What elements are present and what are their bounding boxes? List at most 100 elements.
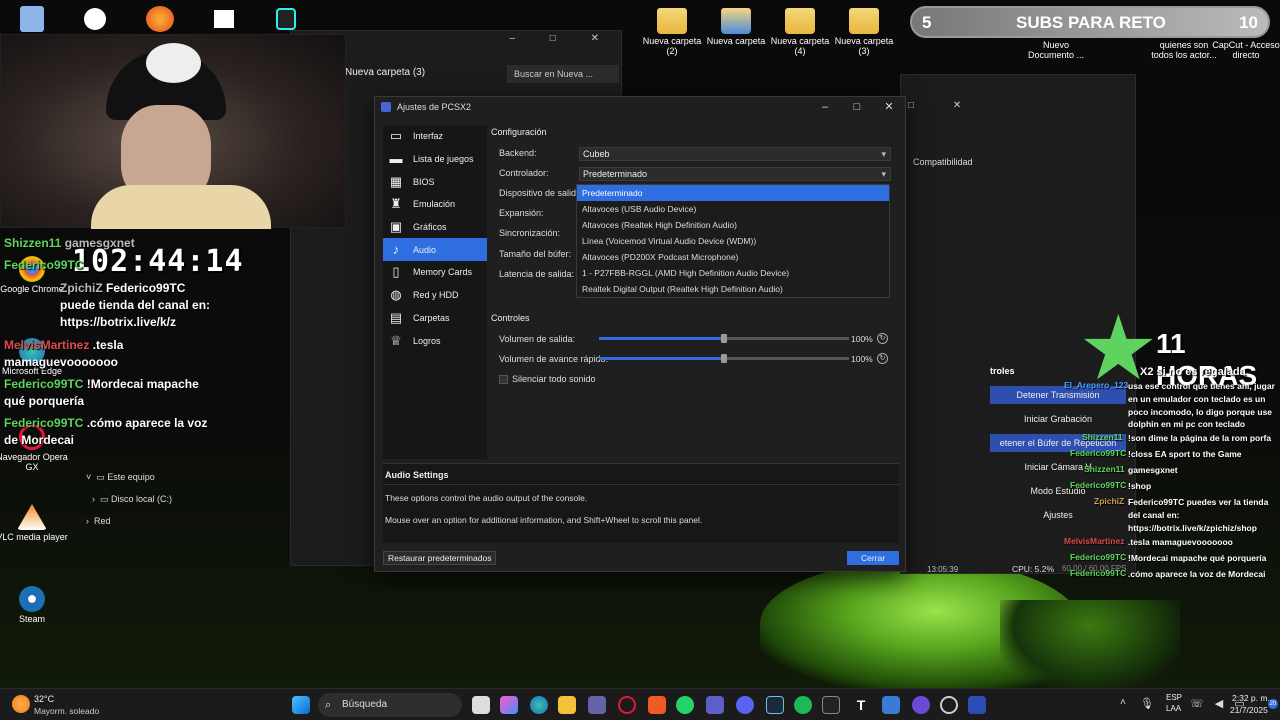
chat-message: usa ese control que tienes ahí, jugar en… bbox=[1128, 381, 1275, 430]
obs-icon[interactable] bbox=[940, 696, 958, 714]
webcam-hat-pompom bbox=[146, 43, 201, 83]
nav-item-graficos[interactable]: ▣ Gráficos bbox=[383, 216, 487, 239]
dropdown-option[interactable]: Línea (Voicemod Virtual Audio Device (WD… bbox=[577, 233, 889, 249]
copilot-icon[interactable] bbox=[500, 696, 518, 714]
eye-icon[interactable] bbox=[84, 8, 106, 30]
tiktok-icon[interactable] bbox=[276, 8, 296, 30]
nav-item-carpetas[interactable]: ▤ Carpetas bbox=[383, 307, 487, 330]
nav-item-lista-juegos[interactable]: ▬ Lista de juegos bbox=[383, 148, 487, 171]
close-window-button[interactable]: ✕ bbox=[873, 97, 905, 117]
nav-item-red-hdd[interactable]: ◍ Red y HDD bbox=[383, 284, 487, 307]
spotify-icon[interactable] bbox=[794, 696, 812, 714]
maximize-button[interactable]: □ bbox=[841, 97, 873, 117]
folder-icon bbox=[721, 8, 751, 34]
file-explorer-icon[interactable] bbox=[558, 696, 576, 714]
backend-select[interactable]: Cubeb bbox=[579, 147, 891, 161]
brave-icon[interactable] bbox=[648, 696, 666, 714]
globe-icon: ◍ bbox=[390, 287, 402, 303]
desktop-app[interactable]: VLC media player bbox=[0, 504, 68, 542]
mute-all-checkbox[interactable]: Silenciar todo sonido bbox=[499, 374, 596, 385]
desktop-app[interactable]: Steam bbox=[0, 586, 68, 624]
keyboard-layout[interactable]: LAA bbox=[1166, 704, 1181, 713]
desktop-folder[interactable]: Nueva carpeta bbox=[700, 8, 772, 46]
dropdown-option[interactable]: 1 - P27FBB-RGGL (AMD High Definition Aud… bbox=[577, 265, 889, 281]
whatsapp-icon[interactable] bbox=[676, 696, 694, 714]
obs-settings-button[interactable]: Ajustes bbox=[990, 506, 1126, 524]
taskbar-search[interactable]: ⌕ Búsqueda bbox=[318, 693, 462, 717]
checkbox-box[interactable] bbox=[499, 375, 508, 385]
desktop-folder[interactable]: Nueva carpeta (3) bbox=[828, 8, 900, 57]
image-icon: ▣ bbox=[389, 219, 403, 235]
task-view-icon[interactable] bbox=[472, 696, 490, 714]
nav-item-bios[interactable]: ▦ BIOS bbox=[383, 170, 487, 193]
steam-icon[interactable] bbox=[766, 696, 784, 714]
notification-badge[interactable]: 20 bbox=[1268, 699, 1278, 709]
output-volume-slider[interactable] bbox=[599, 334, 849, 343]
discord-icon[interactable] bbox=[736, 696, 754, 714]
tf-app-icon[interactable]: T bbox=[852, 696, 870, 714]
language-indicator[interactable]: ESP bbox=[1166, 693, 1182, 702]
reset-ff-volume-icon[interactable]: ↻ bbox=[877, 353, 888, 364]
explorer-search-input[interactable]: Buscar en Nueva ... bbox=[507, 65, 619, 83]
settings-sidebar: ▭ Interfaz ▬ Lista de juegos ▦ BIOS ♜ Emulac… bbox=[383, 125, 487, 459]
close-button[interactable]: Cerrar bbox=[847, 551, 899, 565]
folder-label: Nueva carpeta (3) bbox=[834, 36, 894, 57]
roblox-icon[interactable] bbox=[214, 10, 234, 28]
nav-item-interfaz[interactable]: ▭ Interfaz bbox=[383, 125, 487, 148]
start-recording-button[interactable]: Iniciar Grabación bbox=[990, 410, 1126, 428]
pcsx2-taskbar-icon[interactable] bbox=[968, 696, 986, 714]
edge-icon[interactable] bbox=[530, 696, 548, 714]
start-icon[interactable] bbox=[292, 696, 310, 714]
nav-item-memory-cards[interactable]: ▯ Memory Cards bbox=[383, 261, 487, 284]
chevron-up-icon[interactable]: ˄ bbox=[1120, 697, 1126, 708]
nav-item-logros[interactable]: ♕ Logros bbox=[383, 329, 487, 352]
terminal-icon[interactable] bbox=[822, 696, 840, 714]
tree-item-network[interactable]: › Red bbox=[86, 516, 111, 526]
microphone-icon[interactable]: 🎙 bbox=[1140, 697, 1154, 710]
firefox-icon[interactable] bbox=[146, 6, 174, 32]
ff-volume-slider[interactable] bbox=[599, 354, 849, 363]
weather-temp[interactable]: 32°C bbox=[34, 694, 54, 704]
controller-select[interactable]: Predeterminado bbox=[579, 167, 891, 181]
dropdown-option[interactable]: Predeterminado bbox=[577, 185, 889, 201]
chat-message: .tesla mamaguevooooooo bbox=[1128, 537, 1233, 547]
taskbar: 32°C Mayorm. soleado ⌕ Búsqueda T ˄ 🎙 ESP… bbox=[0, 688, 1280, 720]
clock-time[interactable]: 2:32 p. m. bbox=[1232, 693, 1270, 703]
slider-handle[interactable] bbox=[721, 334, 727, 343]
weather-desc[interactable]: Mayorm. soleado bbox=[34, 706, 99, 716]
help-title: Audio Settings bbox=[383, 464, 899, 485]
dropdown-option[interactable]: Realtek Digital Output (Realtek High Def… bbox=[577, 281, 889, 297]
slider-handle[interactable] bbox=[721, 354, 727, 363]
output-device-dropdown[interactable]: Predeterminado Altavoces (USB Audio Devic… bbox=[576, 184, 890, 298]
teams-icon[interactable] bbox=[706, 696, 724, 714]
tree-item-this-pc[interactable]: ˅ ▭ Este equipo bbox=[86, 472, 155, 483]
desktop-file[interactable]: Nuevo Documento ... bbox=[1020, 40, 1092, 61]
reset-output-volume-icon[interactable]: ↻ bbox=[877, 333, 888, 344]
nav-item-emulacion[interactable]: ♜ Emulación bbox=[383, 193, 487, 216]
dropdown-option[interactable]: Altavoces (PD200X Podcast Microphone) bbox=[577, 249, 889, 265]
desktop-folder[interactable]: Nueva carpeta (2) bbox=[636, 8, 708, 57]
file-label: Nuevo Documento ... bbox=[1027, 40, 1085, 61]
nav-item-audio[interactable]: ♪ Audio bbox=[383, 238, 487, 262]
dropdown-option[interactable]: Altavoces (Realtek High Definition Audio… bbox=[577, 217, 889, 233]
photos-icon[interactable] bbox=[882, 696, 900, 714]
explorer-window-controls[interactable]: – □ ✕ bbox=[509, 33, 615, 44]
desktop-folder[interactable]: Nueva carpeta (4) bbox=[764, 8, 836, 57]
tree-item-disk-c[interactable]: › ▭ Disco local (C:) bbox=[92, 494, 172, 505]
status-time: 13:05:39 bbox=[927, 565, 959, 574]
desktop-shortcut[interactable]: CapCut - Acceso directo bbox=[1210, 40, 1280, 61]
column-compatibility[interactable]: Compatibilidad bbox=[913, 157, 973, 167]
chat-message: gamesgxnet bbox=[1128, 465, 1178, 475]
app-icon[interactable] bbox=[912, 696, 930, 714]
weather-icon[interactable] bbox=[12, 695, 30, 713]
restore-defaults-button[interactable]: Restaurar predeterminados bbox=[383, 551, 497, 565]
dropdown-option[interactable]: Altavoces (USB Audio Device) bbox=[577, 201, 889, 217]
store-icon[interactable] bbox=[588, 696, 606, 714]
recycle-bin-icon[interactable] bbox=[20, 6, 44, 32]
explorer-path[interactable]: Nueva carpeta (3) bbox=[345, 67, 425, 78]
minimize-button[interactable]: – bbox=[809, 97, 841, 117]
output-device-label: Dispositivo de salida: bbox=[499, 188, 584, 198]
opera-gx-icon[interactable] bbox=[618, 696, 636, 714]
pcsx2-settings-dialog[interactable]: Ajustes de PCSX2 – □ ✕ ▭ Interfaz ▬ Lista … bbox=[374, 96, 906, 572]
clock-date[interactable]: 21/7/2025 bbox=[1230, 705, 1268, 715]
